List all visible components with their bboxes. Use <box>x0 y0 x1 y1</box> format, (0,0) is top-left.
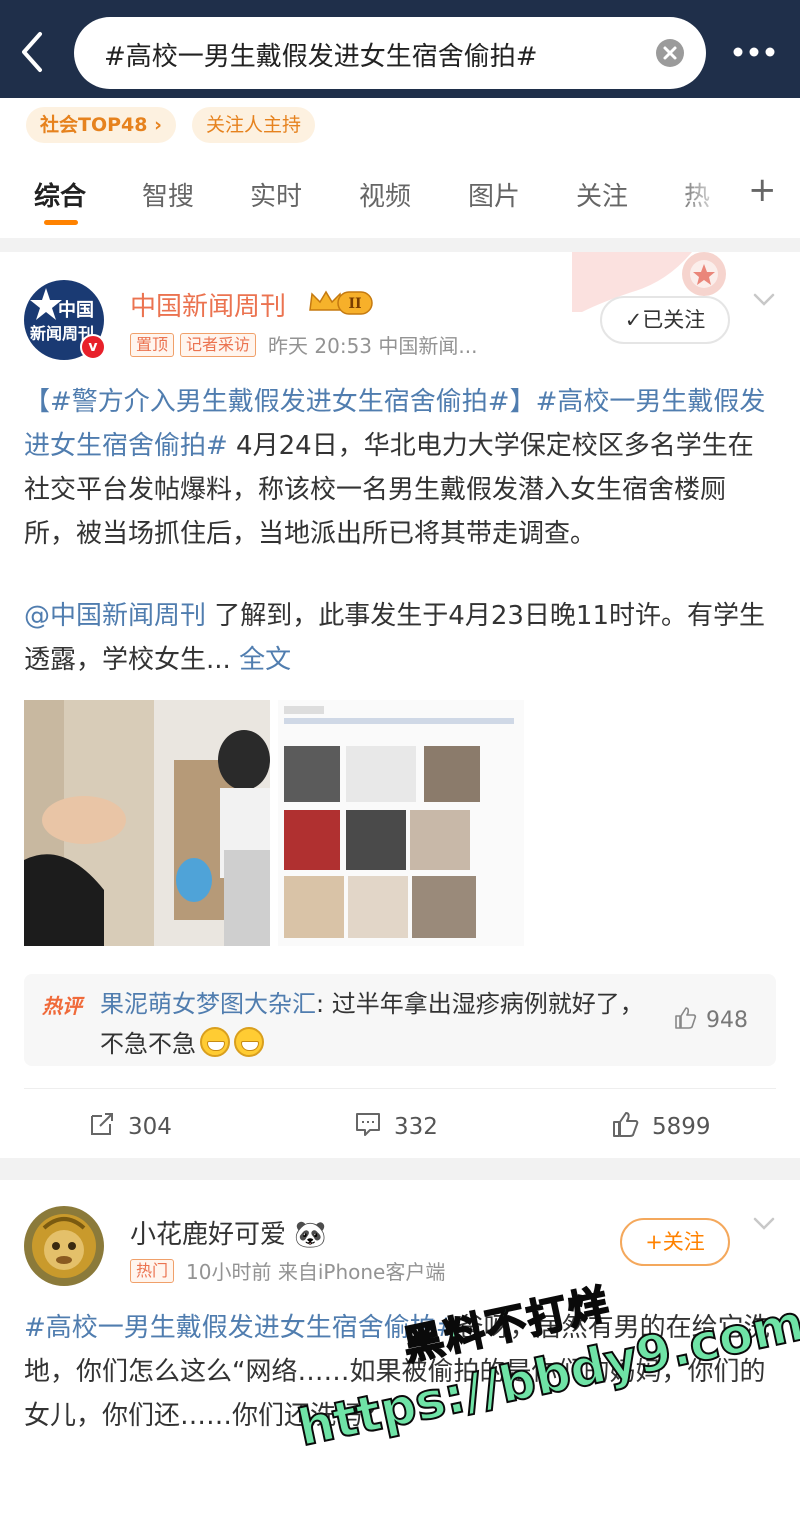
like-button[interactable]: 5899 <box>612 1110 711 1140</box>
comment-count: 332 <box>394 1114 438 1140</box>
add-tab-icon[interactable]: + <box>748 170 777 210</box>
mention-link[interactable]: @中国新闻周刊 <box>24 601 206 631</box>
hot-comment-user[interactable]: 果泥萌女梦图大杂汇 <box>100 990 316 1018</box>
post-card: 中国 新闻周刊 v 中国新闻周刊 II 置顶 记者采访 昨天 20:53 中国新闻.… <box>0 252 800 1158</box>
action-divider <box>24 1088 776 1089</box>
avatar-text-1: 中国 <box>58 300 94 321</box>
chevron-down-icon[interactable] <box>752 292 776 308</box>
tab-comprehensive[interactable]: 综合 <box>34 176 86 213</box>
tab-following[interactable]: 关注 <box>576 176 628 213</box>
crown-level-icon: II <box>309 290 373 315</box>
search-input[interactable]: #高校一男生戴假发进女生宿舍偷拍# <box>74 17 706 89</box>
post-body-2: @中国新闻周刊 了解到，此事发生于4月23日晚11时许。有学生透露，学校女生..… <box>24 594 776 682</box>
pinned-tag: 置顶 <box>130 332 175 357</box>
repost-icon <box>91 1113 113 1135</box>
post-meta: 置顶 记者采访 昨天 20:53 中国新闻... <box>130 330 478 358</box>
tab-video[interactable]: 视频 <box>359 176 411 213</box>
hot-comment-badge: 热评 <box>42 994 82 1018</box>
avatar[interactable] <box>24 1206 104 1286</box>
rank-pill[interactable]: 社会TOP48 › <box>26 107 176 143</box>
tab-pictures[interactable]: 图片 <box>468 176 520 213</box>
hot-comment-like-count: 948 <box>706 1008 748 1033</box>
top-header: #高校一男生戴假发进女生宿舍偷拍# <box>0 0 800 98</box>
post-image-2[interactable] <box>278 700 524 946</box>
panda-icon: 🐼 <box>294 1220 327 1250</box>
post-time-source: 昨天 20:53 中国新闻... <box>268 334 478 358</box>
tab-bar: 综合 智搜 实时 视频 图片 关注 热 + <box>0 170 800 230</box>
svg-text:II: II <box>348 296 361 312</box>
more-icon[interactable] <box>730 38 782 66</box>
author-name[interactable]: 中国新闻周刊 <box>130 286 286 323</box>
search-query-text: #高校一男生戴假发进女生宿舍偷拍# <box>104 42 538 72</box>
post-body: 【#警方介入男生戴假发进女生宿舍偷拍#】#高校一男生戴假发进女生宿舍偷拍# 4月… <box>24 380 776 556</box>
repost-button[interactable]: 304 <box>88 1110 172 1140</box>
chevron-down-icon[interactable] <box>752 1216 776 1232</box>
full-text-link[interactable]: 全文 <box>239 645 291 675</box>
post-image-1[interactable] <box>24 700 270 946</box>
tab-realtime[interactable]: 实时 <box>250 176 302 213</box>
thumbs-up-icon <box>613 1112 639 1137</box>
topic-subbar: 社会TOP48 › 关注人主持 综合 智搜 实时 视频 图片 关注 热 + <box>0 98 800 238</box>
followed-button[interactable]: ✓已关注 <box>600 296 730 344</box>
back-arrow-icon[interactable] <box>14 28 54 76</box>
hot-tag: 热门 <box>130 1258 175 1283</box>
hot-comment-text: 果泥萌女梦图大杂汇: 过半年拿出湿疹病例就好了，不急不急 <box>100 984 660 1064</box>
verified-badge: v <box>80 334 106 360</box>
comment-icon <box>356 1113 380 1136</box>
hot-comment[interactable]: 热评 果泥萌女梦图大杂汇: 过半年拿出湿疹病例就好了，不急不急 948 <box>24 974 776 1066</box>
comment-button[interactable]: 332 <box>354 1110 438 1140</box>
grin-emoji-icon <box>200 1027 230 1057</box>
tab-smart-search[interactable]: 智搜 <box>142 176 194 213</box>
interview-tag: 记者采访 <box>180 332 257 357</box>
post-meta: 热门 10小时前 来自iPhone客户端 <box>130 1256 446 1284</box>
thumbs-up-icon <box>675 1007 697 1029</box>
clear-icon[interactable] <box>656 39 684 67</box>
author-name-text: 小花鹿好可爱 <box>130 1220 287 1250</box>
tab-active-indicator <box>44 220 78 225</box>
post-time-source: 10小时前 来自iPhone客户端 <box>186 1260 446 1284</box>
author-name[interactable]: 小花鹿好可爱 🐼 <box>130 1214 327 1251</box>
hot-comment-like-button[interactable]: 948 <box>674 1006 748 1033</box>
grin-emoji-icon <box>234 1027 264 1057</box>
tab-fade <box>676 170 726 220</box>
host-pill[interactable]: 关注人主持 <box>192 107 316 143</box>
repost-count: 304 <box>128 1114 172 1140</box>
like-count: 5899 <box>652 1114 711 1140</box>
